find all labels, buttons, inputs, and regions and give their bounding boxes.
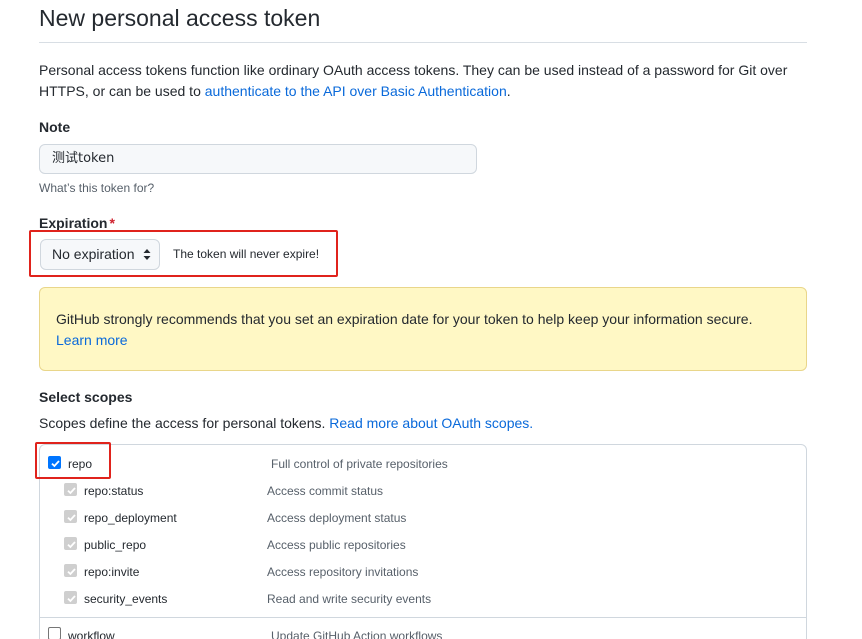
workflow-checkbox[interactable] <box>48 627 61 639</box>
scopes-title: Select scopes <box>39 389 133 405</box>
repo-invite-checkbox[interactable] <box>64 564 77 577</box>
expiration-selected-value: No expiration <box>52 246 135 262</box>
scope-row-repo-invite: repo:invite Access repository invitation… <box>0 563 862 583</box>
scope-name: repo:invite <box>84 565 140 579</box>
scope-name: public_repo <box>84 538 147 552</box>
public-repo-checkbox[interactable] <box>64 537 77 550</box>
scope-row-repo-deployment: repo_deployment Access deployment status <box>0 509 862 529</box>
repo-deployment-checkbox[interactable] <box>64 510 77 523</box>
scope-description: Access commit status <box>267 484 384 498</box>
check-icon <box>67 487 76 495</box>
oauth-scopes-link[interactable]: Read more about OAuth scopes. <box>329 415 533 431</box>
check-icon <box>67 568 76 576</box>
intro-paragraph: Personal access tokens function like ord… <box>39 60 807 102</box>
repo-checkbox[interactable] <box>48 456 61 469</box>
note-hint: What’s this token for? <box>39 181 155 195</box>
page-title: New personal access token <box>39 5 321 31</box>
scope-name: repo <box>68 457 93 471</box>
scope-name: workflow <box>68 629 115 639</box>
note-input[interactable]: 测试token <box>39 144 477 174</box>
scope-name: repo:status <box>84 484 144 498</box>
scopes-desc-text: Scopes define the access for personal to… <box>39 415 330 431</box>
scope-name: repo_deployment <box>84 511 177 525</box>
scope-description: Access deployment status <box>267 511 407 525</box>
page: New personal access token Personal acces… <box>0 0 862 639</box>
scope-description: Update GitHub Action workflows <box>271 629 443 639</box>
security-events-checkbox[interactable] <box>64 591 77 604</box>
title-divider <box>39 42 807 43</box>
scope-description: Read and write security events <box>267 592 432 606</box>
check-icon <box>67 541 76 549</box>
intro-end: . <box>506 83 511 99</box>
select-arrows-icon <box>143 249 151 260</box>
scope-row-repo-status: repo:status Access commit status <box>0 482 862 502</box>
scope-group-divider <box>39 617 807 618</box>
expiration-note: The token will never expire! <box>173 247 320 261</box>
scope-description: Access repository invitations <box>267 565 419 579</box>
expiration-warning-banner: GitHub strongly recommends that you set … <box>39 287 807 371</box>
warning-text: GitHub strongly recommends that you set … <box>56 311 753 327</box>
scope-row-workflow: workflow Update GitHub Action workflows <box>0 626 862 639</box>
learn-more-link[interactable]: Learn more <box>56 332 128 348</box>
expiration-label-text: Expiration <box>39 215 108 231</box>
basic-auth-link[interactable]: authenticate to the API over Basic Authe… <box>205 83 507 99</box>
check-icon <box>51 460 60 468</box>
check-icon <box>67 514 76 522</box>
required-mark: * <box>109 215 115 231</box>
scope-row-public-repo: public_repo Access public repositories <box>0 536 862 556</box>
scope-row-security-events: security_events Read and write security … <box>0 590 862 610</box>
note-label: Note <box>39 119 71 135</box>
scope-row-repo: repo Full control of private repositorie… <box>0 455 862 475</box>
expiration-label: Expiration * <box>39 215 115 231</box>
repo-status-checkbox[interactable] <box>64 483 77 496</box>
scope-name: security_events <box>84 592 168 606</box>
scope-description: Access public repositories <box>267 538 406 552</box>
scope-description: Full control of private repositories <box>271 457 448 471</box>
scopes-description: Scopes define the access for personal to… <box>39 415 533 431</box>
expiration-select[interactable]: No expiration <box>40 239 160 270</box>
check-icon <box>67 595 76 603</box>
